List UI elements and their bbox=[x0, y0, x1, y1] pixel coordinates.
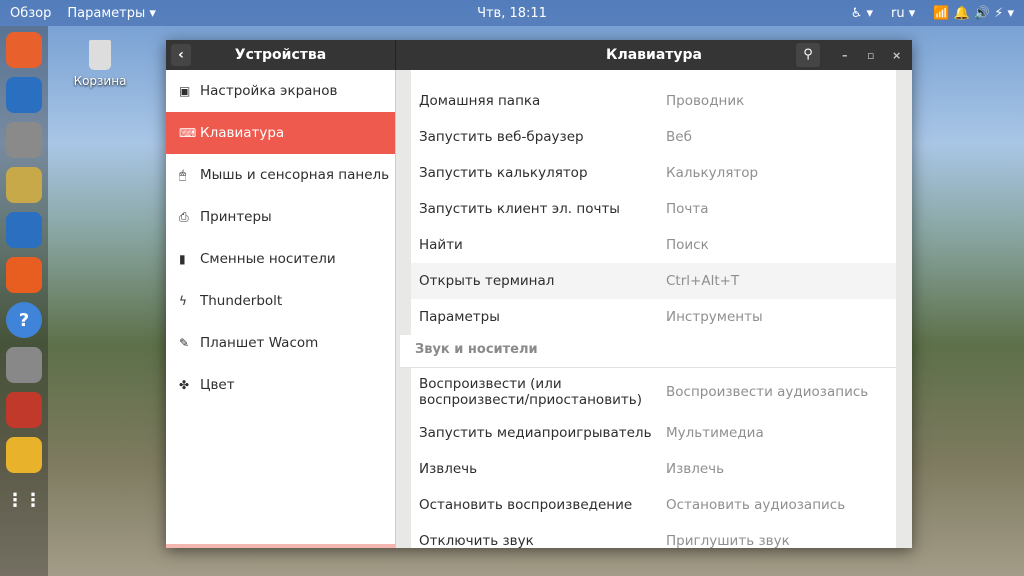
shortcut-name: Извлечь bbox=[419, 461, 478, 477]
shortcut-name: Воспроизвести (или воспроизвести/приоста… bbox=[419, 375, 643, 408]
shortcut-value: Поиск bbox=[666, 237, 709, 253]
shortcut-name: Отключить звук bbox=[419, 533, 534, 548]
language-indicator[interactable]: ru ▾ bbox=[891, 6, 915, 21]
shortcut-name: Найти bbox=[419, 237, 463, 253]
shortcut-value: Приглушить звук bbox=[666, 533, 790, 548]
shortcut-value: Мультимедиа bbox=[666, 425, 764, 441]
settings-icon[interactable] bbox=[6, 392, 42, 428]
shortcut-row[interactable]: Найти Поиск bbox=[411, 227, 896, 263]
sidebar-item-label: Принтеры bbox=[200, 209, 272, 225]
section-header: Звук и носители bbox=[400, 335, 896, 368]
shortcut-row[interactable]: Запустить медиапроигрыватель Мультимедиа bbox=[411, 415, 896, 451]
trash-icon bbox=[89, 40, 111, 70]
overview-button[interactable]: Обзор bbox=[10, 6, 51, 21]
trash-label: Корзина bbox=[73, 74, 127, 88]
shortcut-name: Запустить медиапроигрыватель bbox=[419, 425, 652, 441]
trash-desktop-icon[interactable]: Корзина bbox=[70, 40, 130, 88]
sidebar-item-label: Цвет bbox=[200, 377, 235, 393]
shortcut-name: Запустить веб-браузер bbox=[419, 129, 584, 145]
settings-window: ‹ Устройства Клавиатура ⚲ – ▫ × ▣ Настрой… bbox=[166, 40, 912, 548]
firefox-icon[interactable] bbox=[6, 32, 42, 68]
close-button[interactable]: × bbox=[892, 49, 901, 62]
shortcut-name: Запустить клиент эл. почты bbox=[419, 201, 620, 217]
software-icon[interactable] bbox=[6, 257, 42, 293]
search-button[interactable]: ⚲ bbox=[796, 43, 820, 67]
shortcut-row[interactable]: Отключить звук Приглушить звук bbox=[411, 523, 896, 548]
shortcut-value: Извлечь bbox=[666, 461, 725, 477]
keyboard-icon: ⌨ bbox=[179, 126, 197, 140]
printer-icon: ⎙ bbox=[179, 209, 189, 224]
scrollbar[interactable] bbox=[896, 70, 912, 548]
tablet-icon: ✎ bbox=[179, 336, 190, 350]
header-bar: ‹ Устройства Клавиатура ⚲ – ▫ × bbox=[166, 40, 912, 70]
shortcut-value: Почта bbox=[666, 201, 709, 217]
sound-recorder-icon[interactable] bbox=[6, 347, 42, 383]
shortcut-row[interactable]: Воспроизвести (или воспроизвести/приоста… bbox=[411, 368, 896, 415]
files-icon[interactable] bbox=[6, 122, 42, 158]
shortcut-row[interactable]: Запустить клиент эл. почты Почта bbox=[411, 191, 896, 227]
chrome-icon[interactable] bbox=[6, 437, 42, 473]
sidebar-title: Устройства bbox=[234, 47, 327, 63]
accessibility-icon[interactable]: ♿ ▾ bbox=[851, 6, 873, 21]
shortcut-name: Открыть терминал bbox=[419, 273, 555, 289]
sidebar-item[interactable]: ▣ Настройка экранов bbox=[166, 70, 395, 112]
shortcut-name: Домашняя папка bbox=[419, 93, 541, 109]
color-icon: ✤ bbox=[179, 378, 190, 392]
minimize-button[interactable]: – bbox=[842, 49, 848, 62]
thunderbolt-icon: ϟ bbox=[179, 294, 187, 308]
mouse-icon: 🖱 bbox=[179, 167, 187, 182]
maximize-button[interactable]: ▫ bbox=[867, 49, 874, 62]
shortcut-value: Ctrl+Alt+T bbox=[666, 273, 740, 289]
app-menu[interactable]: Параметры ▾ bbox=[67, 6, 156, 21]
writer-icon[interactable] bbox=[6, 212, 42, 248]
sidebar-item-label: Настройка экранов bbox=[200, 83, 338, 99]
display-icon: ▣ bbox=[179, 84, 191, 98]
sidebar-item[interactable]: ▮ Сменные носители bbox=[166, 238, 395, 280]
sidebar-item[interactable]: ⌨ Клавиатура bbox=[166, 112, 395, 154]
shortcut-row[interactable]: Открыть терминал Ctrl+Alt+T bbox=[411, 263, 896, 299]
sidebar-item[interactable]: ⎙ Принтеры bbox=[166, 196, 395, 238]
shortcut-name: Запустить калькулятор bbox=[419, 165, 588, 181]
shortcut-list: Домашняя папка Проводник Запустить веб-бра… bbox=[400, 70, 896, 548]
shortcut-value: Веб bbox=[666, 129, 692, 145]
shortcut-name: Остановить воспроизведение bbox=[419, 497, 633, 513]
dock: ? ⋮⋮ bbox=[0, 26, 48, 576]
sidebar-item[interactable]: ϟ Thunderbolt bbox=[166, 280, 395, 322]
shortcut-value: Проводник bbox=[666, 93, 745, 109]
window-title: Клавиатура bbox=[606, 47, 702, 63]
shortcut-row[interactable]: Домашняя папка Проводник bbox=[411, 83, 896, 119]
back-button[interactable]: ‹ bbox=[171, 44, 191, 66]
sidebar: ▣ Настройка экранов ⌨ Клавиатура 🖱 Мышь и сен… bbox=[166, 70, 396, 548]
system-menu[interactable]: 📶 🔔 🔊 ⚡ ▾ bbox=[933, 6, 1014, 21]
apps-grid-icon[interactable]: ⋮⋮ bbox=[6, 482, 42, 518]
sidebar-item-label: Планшет Wacom bbox=[200, 335, 319, 351]
sidebar-item[interactable]: ✎ Планшет Wacom bbox=[166, 322, 395, 364]
usb-icon: ▮ bbox=[179, 252, 186, 266]
sidebar-item-label: Сменные носители bbox=[200, 251, 336, 267]
sidebar-item[interactable]: 🖱 Мышь и сенсорная панель bbox=[166, 154, 395, 196]
shortcut-row[interactable]: Параметры Инструменты bbox=[411, 299, 896, 335]
sidebar-item-label: Мышь и сенсорная панель bbox=[200, 167, 390, 183]
shortcut-name: Параметры bbox=[419, 309, 500, 325]
shortcut-value: Калькулятор bbox=[666, 165, 759, 181]
shortcut-value: Остановить аудиозапись bbox=[666, 497, 846, 513]
help-icon[interactable]: ? bbox=[6, 302, 42, 338]
shortcut-row[interactable]: Запустить веб-браузер Веб bbox=[411, 119, 896, 155]
sidebar-item-label: Thunderbolt bbox=[200, 293, 283, 309]
shortcut-value: Воспроизвести аудиозапись bbox=[666, 383, 869, 400]
thunderbird-icon[interactable] bbox=[6, 77, 42, 113]
shortcut-value: Инструменты bbox=[666, 309, 763, 325]
rhythmbox-icon[interactable] bbox=[6, 167, 42, 203]
sidebar-item-label: Клавиатура bbox=[200, 125, 285, 141]
shortcut-row[interactable]: Запустить калькулятор Калькулятор bbox=[411, 155, 896, 191]
sidebar-item[interactable]: ✤ Цвет bbox=[166, 364, 395, 406]
shortcut-row[interactable]: Извлечь Извлечь bbox=[411, 451, 896, 487]
top-bar: Обзор Параметры ▾ Чтв, 18:11 ♿ ▾ ru ▾ 📶 … bbox=[0, 0, 1024, 26]
shortcut-row[interactable]: Остановить воспроизведение Остановить ауд… bbox=[411, 487, 896, 523]
